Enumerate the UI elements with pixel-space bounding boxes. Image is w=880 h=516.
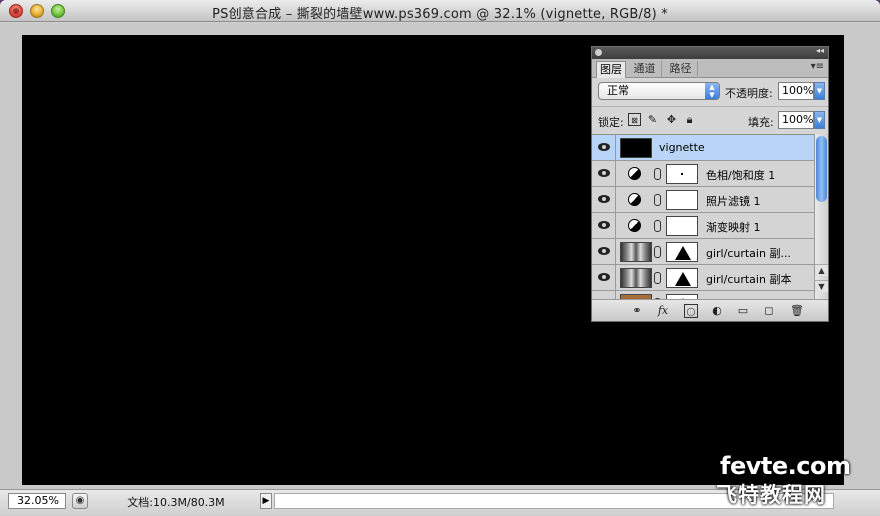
layer-thumbnail <box>620 138 652 158</box>
layer-mask-thumbnail <box>666 216 698 236</box>
chain-link-icon[interactable] <box>654 246 661 258</box>
layer-thumbnail <box>620 268 652 288</box>
layer-mask-thumbnail <box>666 164 698 184</box>
layer-name: 渐变映射 1 <box>706 221 761 234</box>
scroll-down-arrow-icon[interactable]: ▼ <box>815 280 828 292</box>
eye-icon <box>598 143 610 151</box>
new-layer-icon[interactable]: ◻ <box>762 304 776 318</box>
adjustment-layer-icon <box>628 193 641 206</box>
eye-icon <box>598 221 610 229</box>
title-bar: PS创意合成 – 撕裂的墙壁www.ps369.com @ 32.1% (vig… <box>0 0 880 22</box>
layers-list: vignette 色相/饱和度 1 照片滤镜 1 渐变映射 1 girl/cur… <box>592 134 814 299</box>
site-watermark-logo: fevte.com 飞特教程网 <box>716 452 876 508</box>
layer-name: girl/curtain 副本 <box>706 273 792 286</box>
layer-visibility-toggle[interactable] <box>592 291 616 299</box>
lock-pixels-brush-icon[interactable]: ✎ <box>646 113 659 126</box>
layers-panel-footer: ⚭ fx ◯ ◐ ▭ ◻ 🗑︎ <box>592 299 828 321</box>
opacity-field[interactable]: 100% <box>778 82 814 100</box>
layer-row-vignette[interactable]: vignette <box>592 135 814 161</box>
layer-name: 色相/饱和度 1 <box>706 169 776 182</box>
layer-visibility-toggle[interactable] <box>592 135 616 161</box>
mask-shape <box>675 246 691 260</box>
fill-dropdown-icon[interactable]: ▼ <box>814 111 825 129</box>
layer-row-girl-curtain-copy-2[interactable]: girl/curtain 副... <box>592 239 814 265</box>
mask-shape <box>675 272 691 286</box>
eye-icon <box>598 169 610 177</box>
adjustment-layer-icon <box>628 219 641 232</box>
layers-panel: ◂◂ 图层 通道 路径 ▾≡ 正常 ▲ ▼ 不透明度: 100% ▼ 锁定: ⊠ … <box>591 46 829 322</box>
panel-menu-icon[interactable]: ▾≡ <box>811 61 824 72</box>
layer-row-gradient-map[interactable]: 渐变映射 1 <box>592 213 814 239</box>
panel-close-icon[interactable] <box>595 49 602 56</box>
layer-name: 照片滤镜 1 <box>706 195 761 208</box>
layer-mask-thumbnail <box>666 268 698 288</box>
layers-scrollbar[interactable]: ▲ ▼ <box>814 134 828 299</box>
panel-tabs: 图层 通道 路径 ▾≡ <box>592 59 828 78</box>
delete-layer-trash-icon[interactable]: 🗑︎ <box>790 304 804 318</box>
tab-layers[interactable]: 图层 <box>596 61 626 78</box>
layers-scroll-thumb[interactable] <box>816 136 827 202</box>
layer-visibility-toggle[interactable] <box>592 161 616 187</box>
layer-row-hue-saturation[interactable]: 色相/饱和度 1 <box>592 161 814 187</box>
status-menu-arrow-icon[interactable]: ▶ <box>260 493 272 509</box>
tab-paths[interactable]: 路径 <box>664 61 698 78</box>
layer-row-girl-curtain-copy[interactable]: girl/curtain 副本 <box>592 265 814 291</box>
layer-mask-thumbnail <box>666 190 698 210</box>
eye-icon <box>598 273 610 281</box>
eye-icon <box>598 247 610 255</box>
chain-link-icon[interactable] <box>654 194 661 206</box>
opacity-dropdown-icon[interactable]: ▼ <box>814 82 825 100</box>
chain-link-icon[interactable] <box>654 272 661 284</box>
lock-position-move-icon[interactable]: ✥ <box>665 113 678 126</box>
layer-row-photo-filter[interactable]: 照片滤镜 1 <box>592 187 814 213</box>
layer-mask-thumbnail <box>666 242 698 262</box>
blend-mode-value: 正常 <box>607 84 629 97</box>
lock-row: 锁定: ⊠ ✎ ✥ 🔒︎ 填充: 100% ▼ <box>592 106 828 134</box>
adjustment-layer-icon <box>628 167 641 180</box>
mask-dot <box>681 173 683 175</box>
blend-mode-stepper-icon[interactable]: ▲ ▼ <box>705 83 719 99</box>
photoshop-document-window: PS创意合成 – 撕裂的墙壁www.ps369.com @ 32.1% (vig… <box>0 0 880 516</box>
new-group-folder-icon[interactable]: ▭ <box>736 304 750 318</box>
layer-visibility-toggle[interactable] <box>592 213 616 239</box>
fill-label: 填充: <box>748 116 774 129</box>
tab-channels[interactable]: 通道 <box>628 61 662 78</box>
layer-thumbnail <box>620 242 652 262</box>
panel-collapse-icon[interactable]: ◂◂ <box>816 46 824 55</box>
lock-label: 锁定: <box>598 116 624 129</box>
blend-mode-select[interactable]: 正常 ▲ ▼ <box>598 82 720 100</box>
opacity-label: 不透明度: <box>725 87 773 100</box>
new-adjustment-layer-icon[interactable]: ◐ <box>710 304 724 318</box>
blend-mode-row: 正常 ▲ ▼ 不透明度: 100% ▼ <box>592 78 828 106</box>
layer-name: girl/curtain 副... <box>706 247 791 260</box>
window-title: PS创意合成 – 撕裂的墙壁www.ps369.com @ 32.1% (vig… <box>212 7 668 22</box>
watermark-line-2: 飞特教程网 <box>716 483 826 507</box>
layer-visibility-toggle[interactable] <box>592 187 616 213</box>
layer-name: vignette <box>659 141 705 154</box>
status-info-button[interactable]: ◉ <box>72 493 88 509</box>
lock-all-icon[interactable]: 🔒︎ <box>683 113 696 126</box>
add-layer-mask-icon[interactable]: ◯ <box>684 304 698 318</box>
layer-style-fx-icon[interactable]: fx <box>656 304 670 318</box>
layer-row-bricks[interactable]: bricks <box>592 291 814 299</box>
scroll-up-arrow-icon[interactable]: ▲ <box>815 264 828 276</box>
chain-link-icon[interactable] <box>654 168 661 180</box>
layer-visibility-toggle[interactable] <box>592 265 616 291</box>
zoom-level-field[interactable]: 32.05% <box>8 493 66 509</box>
lock-transparency-icon[interactable]: ⊠ <box>628 113 641 126</box>
document-size-info: 文档:10.3M/80.3M <box>127 496 225 509</box>
chain-link-icon[interactable] <box>654 220 661 232</box>
panel-header[interactable]: ◂◂ <box>592 46 828 59</box>
eye-icon <box>598 195 610 203</box>
layer-visibility-toggle[interactable] <box>592 239 616 265</box>
fill-field[interactable]: 100% <box>778 111 814 129</box>
watermark-line-1: fevte.com <box>720 452 851 480</box>
link-layers-icon[interactable]: ⚭ <box>630 304 644 318</box>
